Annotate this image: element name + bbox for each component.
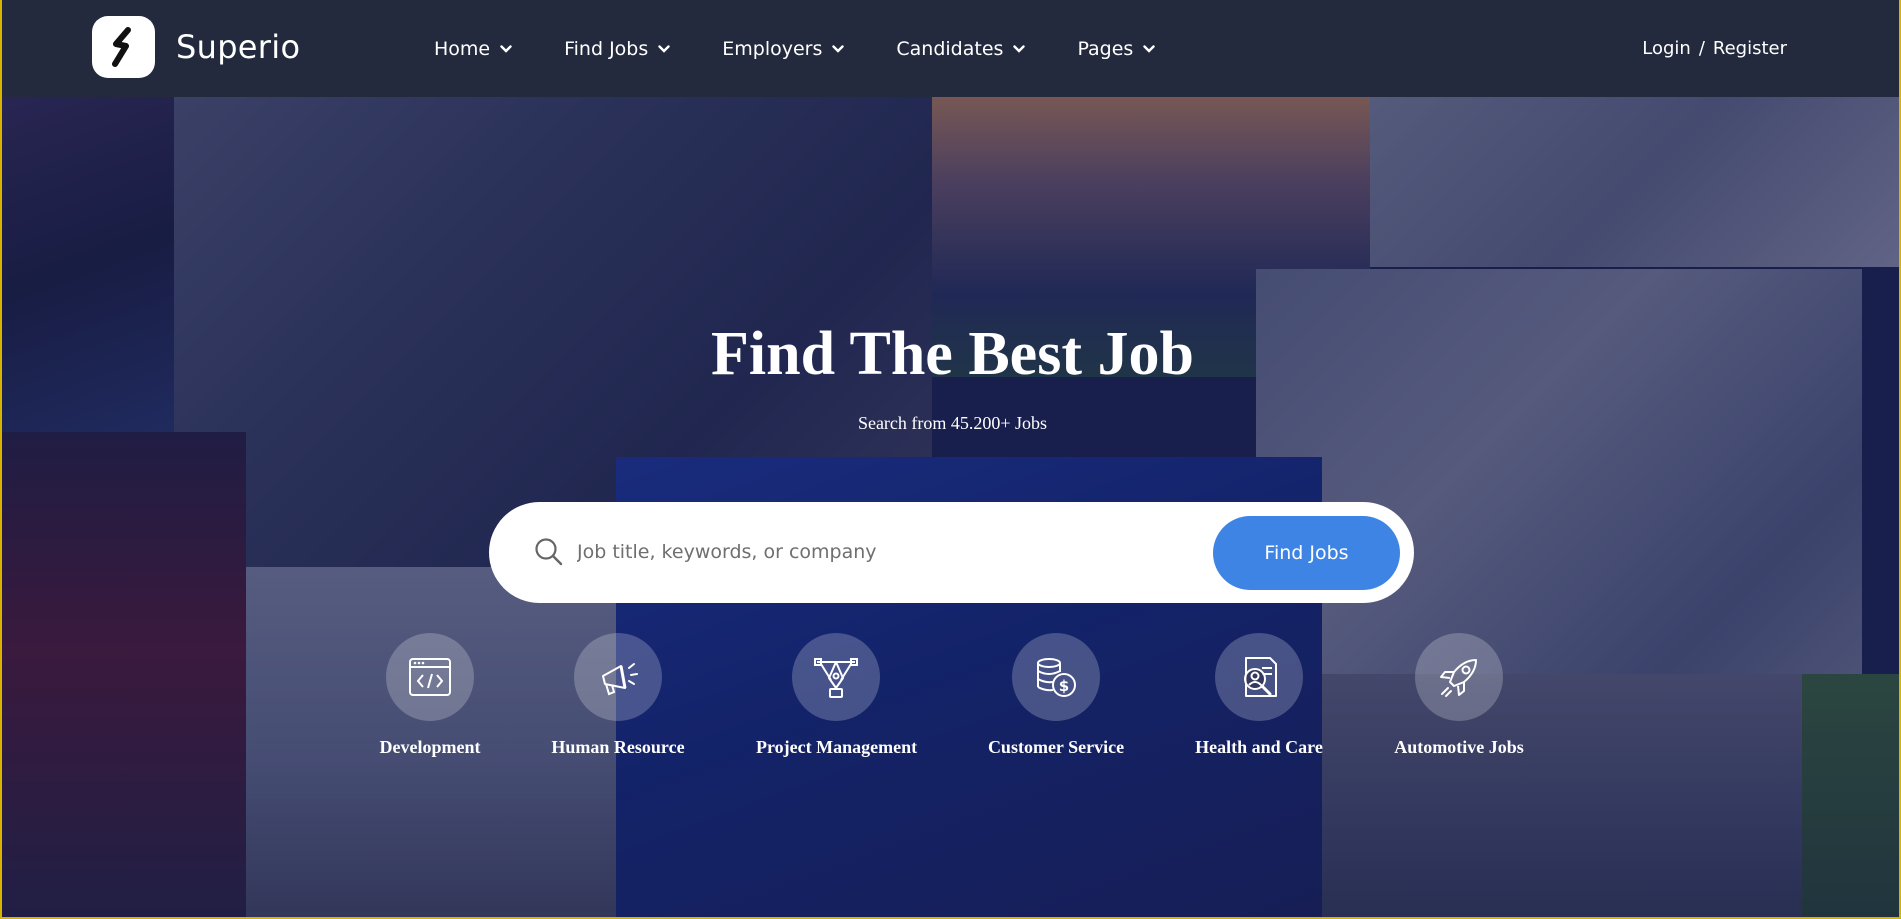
category-icon-circle <box>1215 633 1303 721</box>
category-customer-service[interactable]: $ Customer Service <box>976 633 1136 758</box>
nav-employers[interactable]: Employers <box>722 37 845 60</box>
nav-pages-label: Pages <box>1077 37 1134 60</box>
category-project-management[interactable]: Project Management <box>756 633 918 758</box>
login-link[interactable]: Login <box>1642 38 1691 59</box>
nav-find-jobs-label: Find Jobs <box>564 37 649 60</box>
nav-find-jobs[interactable]: Find Jobs <box>564 38 670 60</box>
pen-tool-icon <box>814 658 858 698</box>
category-label: Health and Care <box>1195 737 1323 757</box>
category-icon-circle <box>386 633 474 721</box>
login-register: Login / Register <box>1642 0 1787 97</box>
category-label: Development <box>379 737 481 757</box>
chevron-down-icon <box>1013 44 1026 53</box>
brand-name: Superio <box>176 28 301 66</box>
category-icon-circle <box>1415 633 1503 721</box>
login-separator: / <box>1698 38 1705 59</box>
register-link[interactable]: Register <box>1713 38 1787 59</box>
logo[interactable]: Superio <box>92 16 300 78</box>
browser-viewport: Superio Home Find Jobs Employers Candida… <box>0 0 1901 919</box>
megaphone-icon <box>602 663 638 696</box>
code-window-icon <box>409 658 451 696</box>
category-health-and-care[interactable]: Health and Care <box>1179 633 1339 758</box>
chevron-down-icon <box>658 44 670 53</box>
category-icon-circle: $ <box>1012 633 1100 721</box>
nav-home[interactable]: Home <box>434 38 512 60</box>
category-icon-circle <box>792 633 880 721</box>
nav-employers-label: Employers <box>722 37 823 60</box>
main-nav: Home Find Jobs Employers Candidates Page… <box>434 0 1207 97</box>
category-automotive-jobs[interactable]: Automotive Jobs <box>1379 633 1539 758</box>
category-label: Automotive Jobs <box>1394 737 1524 757</box>
category-list: Development Human Resource Project Manag… <box>2 97 1899 917</box>
chevron-down-icon <box>832 44 845 53</box>
category-development[interactable]: Development <box>350 633 510 758</box>
nav-home-label: Home <box>434 37 491 60</box>
logo-badge <box>92 16 155 78</box>
category-icon-circle <box>574 633 662 721</box>
rocket-icon <box>1440 659 1477 697</box>
doctor-document-icon <box>1244 657 1277 697</box>
hero-section: Find The Best Job Search from 45.200+ Jo… <box>2 97 1899 917</box>
site-header: Superio Home Find Jobs Employers Candida… <box>2 0 1899 97</box>
category-label: Project Management <box>756 737 918 757</box>
category-label: Customer Service <box>987 737 1125 757</box>
coins-icon: $ <box>1037 658 1076 697</box>
chevron-down-icon <box>1143 44 1156 53</box>
nav-candidates-label: Candidates <box>896 37 1004 60</box>
svg-text:$: $ <box>1059 677 1069 695</box>
category-human-resource[interactable]: Human Resource <box>538 633 698 758</box>
nav-pages[interactable]: Pages <box>1077 37 1156 60</box>
superio-logo-icon <box>111 27 131 67</box>
chevron-down-icon <box>500 44 512 53</box>
nav-candidates[interactable]: Candidates <box>896 37 1026 60</box>
category-label: Human Resource <box>551 737 685 757</box>
